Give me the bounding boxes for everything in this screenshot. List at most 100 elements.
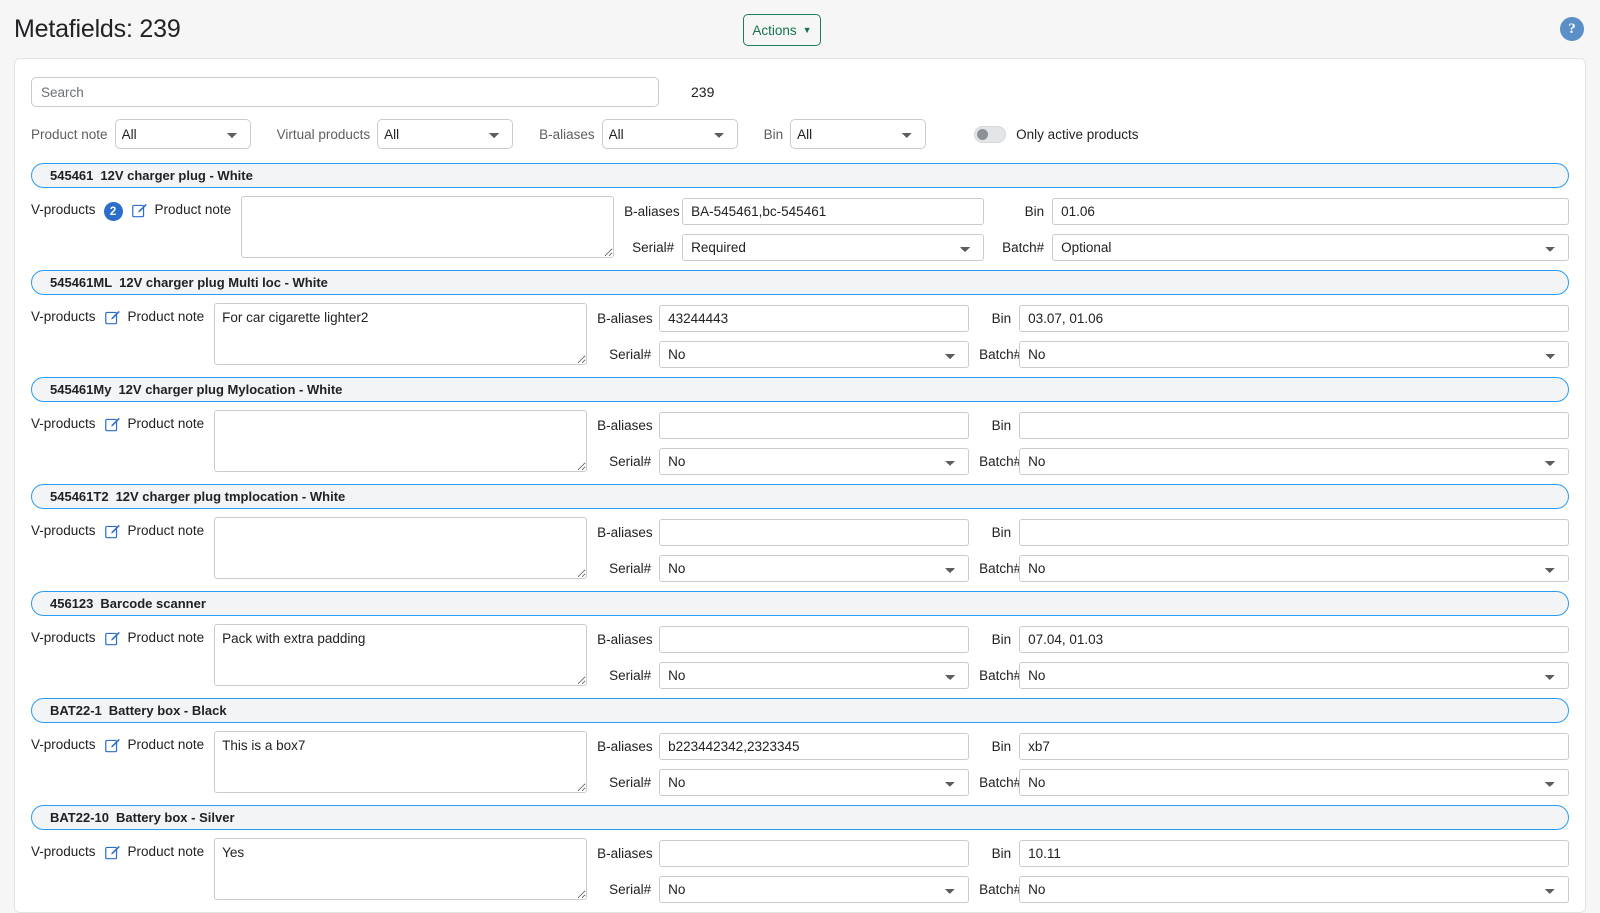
- b-aliases-input[interactable]: [659, 412, 969, 439]
- product-row-header[interactable]: 456123 Barcode scanner: [31, 591, 1569, 616]
- serial-select[interactable]: NoOptionalRequired: [659, 341, 969, 368]
- product-note-textarea[interactable]: Yes: [214, 838, 587, 900]
- bin-input[interactable]: [1019, 733, 1569, 760]
- serial-field: Serial# NoOptionalRequired: [597, 448, 969, 475]
- product-row-body: V-products Product note Pack with extra …: [15, 616, 1585, 698]
- batch-select[interactable]: NoOptionalRequired: [1019, 876, 1569, 903]
- filter-virtual-products-select[interactable]: All: [377, 119, 513, 149]
- batch-select[interactable]: NoOptionalRequired: [1019, 341, 1569, 368]
- product-name: Battery box - Silver: [116, 810, 235, 825]
- b-aliases-input[interactable]: [659, 840, 969, 867]
- bin-input[interactable]: [1019, 412, 1569, 439]
- help-icon[interactable]: ?: [1560, 17, 1584, 41]
- bin-input[interactable]: [1019, 626, 1569, 653]
- b-aliases-input[interactable]: [659, 519, 969, 546]
- v-products-label: V-products: [31, 844, 96, 859]
- aliases-serial-group: B-aliases Serial# NoOptionalRequired: [624, 196, 984, 261]
- product-row-header[interactable]: 545461ML 12V charger plug Multi loc - Wh…: [31, 270, 1569, 295]
- product-row-header[interactable]: 545461My 12V charger plug Mylocation - W…: [31, 377, 1569, 402]
- product-note-group: V-products Product note: [31, 303, 204, 324]
- product-note-textarea[interactable]: This is a box7: [214, 731, 587, 793]
- product-row-header[interactable]: 545461T2 12V charger plug tmplocation - …: [31, 484, 1569, 509]
- serial-field: Serial# NoOptionalRequired: [597, 662, 969, 689]
- product-note-group: V-products Product note: [31, 731, 204, 752]
- serial-select[interactable]: NoOptionalRequired: [682, 234, 984, 261]
- bin-label: Bin: [979, 739, 1011, 754]
- product-row: 545461 12V charger plug - White V-produc…: [15, 163, 1585, 270]
- batch-select[interactable]: NoOptionalRequired: [1052, 234, 1569, 261]
- edit-pencil-icon[interactable]: [105, 845, 120, 860]
- b-aliases-input[interactable]: [659, 626, 969, 653]
- bin-field: Bin: [979, 840, 1569, 867]
- product-row-header[interactable]: 545461 12V charger plug - White: [31, 163, 1569, 188]
- v-products-count-badge[interactable]: 2: [104, 202, 123, 221]
- edit-pencil-icon[interactable]: [105, 631, 120, 646]
- serial-select[interactable]: NoOptionalRequired: [659, 555, 969, 582]
- b-aliases-field: B-aliases: [597, 840, 969, 867]
- only-active-products-label: Only active products: [1016, 127, 1138, 142]
- product-note-textarea[interactable]: [241, 196, 614, 258]
- serial-select[interactable]: NoOptionalRequired: [659, 876, 969, 903]
- bin-input[interactable]: [1019, 305, 1569, 332]
- toggle-switch[interactable]: [974, 126, 1006, 143]
- bin-label: Bin: [979, 418, 1011, 433]
- serial-select[interactable]: NoOptionalRequired: [659, 662, 969, 689]
- batch-field: Batch# NoOptionalRequired: [979, 769, 1569, 796]
- top-bar: Metafields: 239 Actions ▼ ?: [0, 0, 1600, 58]
- product-note-textarea[interactable]: [214, 517, 587, 579]
- edit-pencil-icon[interactable]: [105, 738, 120, 753]
- edit-pencil-icon[interactable]: [132, 203, 147, 218]
- edit-pencil-icon[interactable]: [105, 310, 120, 325]
- product-row-body: V-products Product note B-aliases Serial…: [15, 402, 1585, 484]
- b-aliases-label: B-aliases: [597, 418, 651, 433]
- batch-select[interactable]: NoOptionalRequired: [1019, 448, 1569, 475]
- bin-batch-group: Bin Batch# NoOptionalRequired: [979, 731, 1569, 796]
- product-row-body: V-products Product note B-aliases Serial…: [15, 509, 1585, 591]
- b-aliases-label: B-aliases: [597, 525, 651, 540]
- b-aliases-input[interactable]: [682, 198, 984, 225]
- bin-input[interactable]: [1019, 519, 1569, 546]
- bin-input[interactable]: [1019, 840, 1569, 867]
- serial-label: Serial#: [597, 882, 651, 897]
- serial-select[interactable]: NoOptionalRequired: [659, 769, 969, 796]
- filter-virtual-products: Virtual products All: [277, 119, 514, 149]
- v-products-label: V-products: [31, 630, 96, 645]
- product-row-header[interactable]: BAT22-1 Battery box - Black: [31, 698, 1569, 723]
- serial-select[interactable]: NoOptionalRequired: [659, 448, 969, 475]
- product-row-header[interactable]: BAT22-10 Battery box - Silver: [31, 805, 1569, 830]
- edit-pencil-icon[interactable]: [105, 524, 120, 539]
- filter-b-aliases-select[interactable]: All: [602, 119, 738, 149]
- product-note-textarea[interactable]: For car cigarette lighter2: [214, 303, 587, 365]
- b-aliases-field: B-aliases: [597, 519, 969, 546]
- product-note-label: Product note: [155, 202, 232, 217]
- batch-label: Batch#: [979, 882, 1011, 897]
- edit-pencil-icon[interactable]: [105, 417, 120, 432]
- search-input[interactable]: [31, 77, 659, 107]
- b-aliases-input[interactable]: [659, 305, 969, 332]
- actions-button[interactable]: Actions ▼: [743, 14, 821, 46]
- batch-select[interactable]: NoOptionalRequired: [1019, 662, 1569, 689]
- b-aliases-field: B-aliases: [624, 198, 984, 225]
- batch-select[interactable]: NoOptionalRequired: [1019, 769, 1569, 796]
- product-note-textarea[interactable]: Pack with extra padding: [214, 624, 587, 686]
- product-note-textarea[interactable]: [214, 410, 587, 472]
- filter-bin-label: Bin: [764, 127, 784, 142]
- b-aliases-input[interactable]: [659, 733, 969, 760]
- bin-input[interactable]: [1052, 198, 1569, 225]
- product-note-group: V-products Product note: [31, 517, 204, 538]
- filter-bar: 239 Product note All Virtual products Al…: [15, 59, 1585, 149]
- filter-product-note-select[interactable]: All: [115, 119, 251, 149]
- bin-field: Bin: [979, 519, 1569, 546]
- serial-label: Serial#: [597, 347, 651, 362]
- only-active-products-toggle[interactable]: Only active products: [974, 126, 1138, 143]
- aliases-serial-group: B-aliases Serial# NoOptionalRequired: [597, 303, 969, 368]
- filter-bin-select[interactable]: All: [790, 119, 926, 149]
- result-count: 239: [691, 84, 714, 100]
- v-products-label: V-products: [31, 737, 96, 752]
- actions-button-label: Actions: [752, 23, 796, 38]
- bin-batch-group: Bin Batch# NoOptionalRequired: [994, 196, 1569, 261]
- batch-select[interactable]: NoOptionalRequired: [1019, 555, 1569, 582]
- bin-batch-group: Bin Batch# NoOptionalRequired: [979, 517, 1569, 582]
- filter-product-note-label: Product note: [31, 127, 108, 142]
- b-aliases-field: B-aliases: [597, 412, 969, 439]
